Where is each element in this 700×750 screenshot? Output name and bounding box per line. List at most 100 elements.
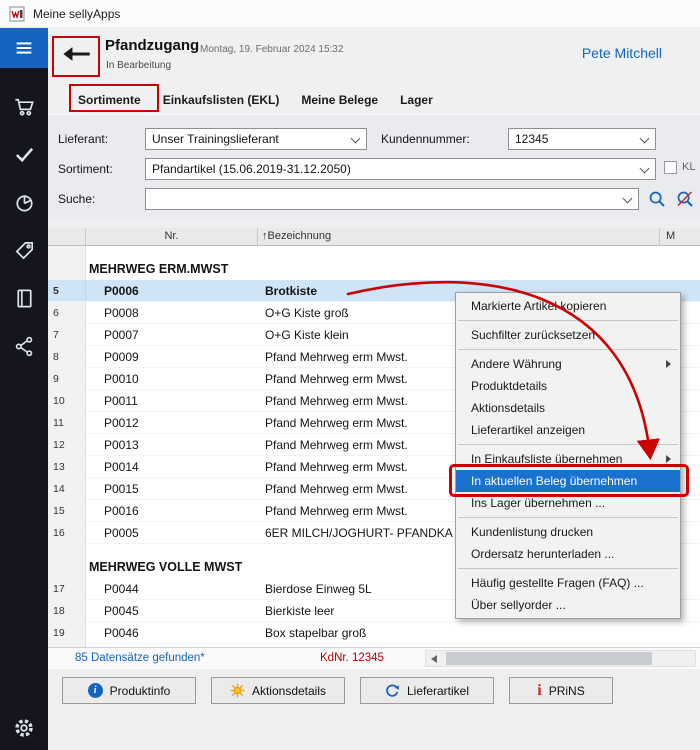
search-input[interactable] [145,188,639,210]
menu-item-andere-w-hrung[interactable]: Andere Währung [456,353,680,375]
chevron-down-icon [640,164,650,174]
menu-item-in-einkaufsliste-bernehmen[interactable]: In Einkaufsliste übernehmen [456,448,680,470]
row-number: 7 [48,324,86,345]
context-menu: Markierte Artikel kopieren Suchfilter zur… [455,292,681,619]
table-header: Nr. ↑Bezeichnung M [48,228,700,246]
search-button[interactable] [644,188,670,212]
row-number: 14 [48,478,86,499]
menu-item-h-ufig-gestellte-fragen-faq[interactable]: Häufig gestellte Fragen (FAQ) ... [456,572,680,594]
cell-nr: P0010 [86,368,258,389]
group-header-row: MEHRWEG ERM.MWST [48,246,700,280]
sidebar-item-statistics[interactable] [0,182,48,222]
table-row[interactable]: 19P0046Box stapelbar groß [48,622,700,644]
row-number: 5 [48,280,86,301]
kundennummer-value: 12345 [515,132,548,146]
cell-nr: P0012 [86,412,258,433]
aktionsdetails-button[interactable]: Aktionsdetails [211,677,345,704]
back-button[interactable] [58,42,96,68]
lieferant-label: Lieferant: [58,132,108,146]
row-number: 9 [48,368,86,389]
menu-item-ins-lager-bernehmen[interactable]: Ins Lager übernehmen ... [456,492,680,514]
menu-item-aktionsdetails[interactable]: Aktionsdetails [456,397,680,419]
menu-item-ber-sellyorder[interactable]: Über sellyorder ... [456,594,680,616]
price-tag-icon [13,239,36,262]
scroll-left-icon[interactable] [431,655,437,663]
sidebar-item-cart[interactable] [0,86,48,126]
titlebar: Meine sellyApps [0,0,700,28]
settings-gear-icon [12,716,36,740]
cell-nr: P0006 [86,280,258,301]
cell-nr: P0011 [86,390,258,411]
cell-nr: P0015 [86,478,258,499]
menu-item-in-aktuellen-beleg-bernehmen[interactable]: In aktuellen Beleg übernehmen [456,470,680,492]
network-icon [13,335,36,358]
cell-nr: P0014 [86,456,258,477]
header-nr[interactable]: Nr. [86,228,258,245]
lieferant-select[interactable]: Unser Trainingslieferant [145,128,367,150]
tab-meine-belege[interactable]: Meine Belege [301,89,378,113]
menu-item-lieferartikel-anzeigen[interactable]: Lieferartikel anzeigen [456,419,680,441]
arrow-left-icon [61,44,93,64]
page-title: Pfandzugang [105,37,199,54]
customer-number-text: KdNr. 12345 [320,652,384,664]
tab-lager[interactable]: Lager [400,89,433,113]
status-bar: 85 Datensätze gefunden* KdNr. 12345 [48,647,700,669]
suche-label: Suche: [58,192,95,206]
cell-nr: P0007 [86,324,258,345]
kundennummer-select[interactable]: 12345 [508,128,656,150]
cell-nr: P0016 [86,500,258,521]
row-number: 18 [48,600,86,621]
scrollbar-thumb[interactable] [446,652,652,665]
sortiment-value: Pfandartikel (15.06.2019-31.12.2050) [152,162,351,176]
menu-separator [456,317,680,324]
sun-icon [230,683,245,698]
search-icon [647,189,667,209]
row-number [48,544,86,578]
tab-sortimente[interactable]: Sortimente [78,89,141,113]
header-menge[interactable]: M [660,228,700,245]
prins-button[interactable]: iPRiNS [509,677,613,704]
sortiment-select[interactable]: Pfandartikel (15.06.2019-31.12.2050) [145,158,656,180]
menu-button[interactable] [0,28,48,68]
menu-item-kundenlistung-drucken[interactable]: Kundenlistung drucken [456,521,680,543]
produktinfo-button[interactable]: iProduktinfo [62,677,196,704]
row-number: 19 [48,622,86,643]
header-row-number [48,228,86,245]
sidebar-item-prices[interactable] [0,230,48,270]
row-number: 16 [48,522,86,543]
sortiment-label: Sortiment: [58,162,113,176]
group-title: MEHRWEG VOLLE MWST [86,560,242,578]
menu-item-ordersatz-herunterladen[interactable]: Ordersatz herunterladen ... [456,543,680,565]
menu-item-markierte-artikel-kopieren[interactable]: Markierte Artikel kopieren [456,295,680,317]
page-datetime: Montag, 19. Februar 2024 15:32 [200,44,343,55]
user-name[interactable]: Pete Mitchell [582,45,662,61]
kundennummer-label: Kundennummer: [381,132,470,146]
cell-bezeichnung: Box stapelbar groß [258,622,660,643]
checkmark-icon [13,143,36,166]
row-number: 11 [48,412,86,433]
row-number [48,246,86,280]
row-number: 10 [48,390,86,411]
sidebar-item-tasks[interactable] [0,134,48,174]
header: Pfandzugang Montag, 19. Februar 2024 15:… [48,28,700,114]
horizontal-scrollbar[interactable] [425,650,696,667]
refresh-icon [385,683,400,698]
hamburger-icon [13,37,35,59]
tab-einkaufslisten-ekl[interactable]: Einkaufslisten (EKL) [163,89,280,113]
menu-separator [456,346,680,353]
menu-item-suchfilter-zur-cksetzen[interactable]: Suchfilter zurücksetzen [456,324,680,346]
menu-item-produktdetails[interactable]: Produktdetails [456,375,680,397]
sidebar-item-network[interactable] [0,326,48,366]
sidebar-item-catalog[interactable] [0,278,48,318]
advanced-search-button[interactable] [672,188,698,212]
header-bezeichnung[interactable]: ↑Bezeichnung [258,228,660,245]
lieferartikel-button[interactable]: Lieferartikel [360,677,494,704]
settings-button[interactable] [0,708,48,748]
row-number: 6 [48,302,86,323]
group-title: MEHRWEG ERM.MWST [86,262,228,280]
cell-nr: P0046 [86,622,258,643]
cell-nr: P0008 [86,302,258,323]
row-number: 13 [48,456,86,477]
cell-nr: P0045 [86,600,258,621]
kl-checkbox[interactable] [664,161,677,174]
